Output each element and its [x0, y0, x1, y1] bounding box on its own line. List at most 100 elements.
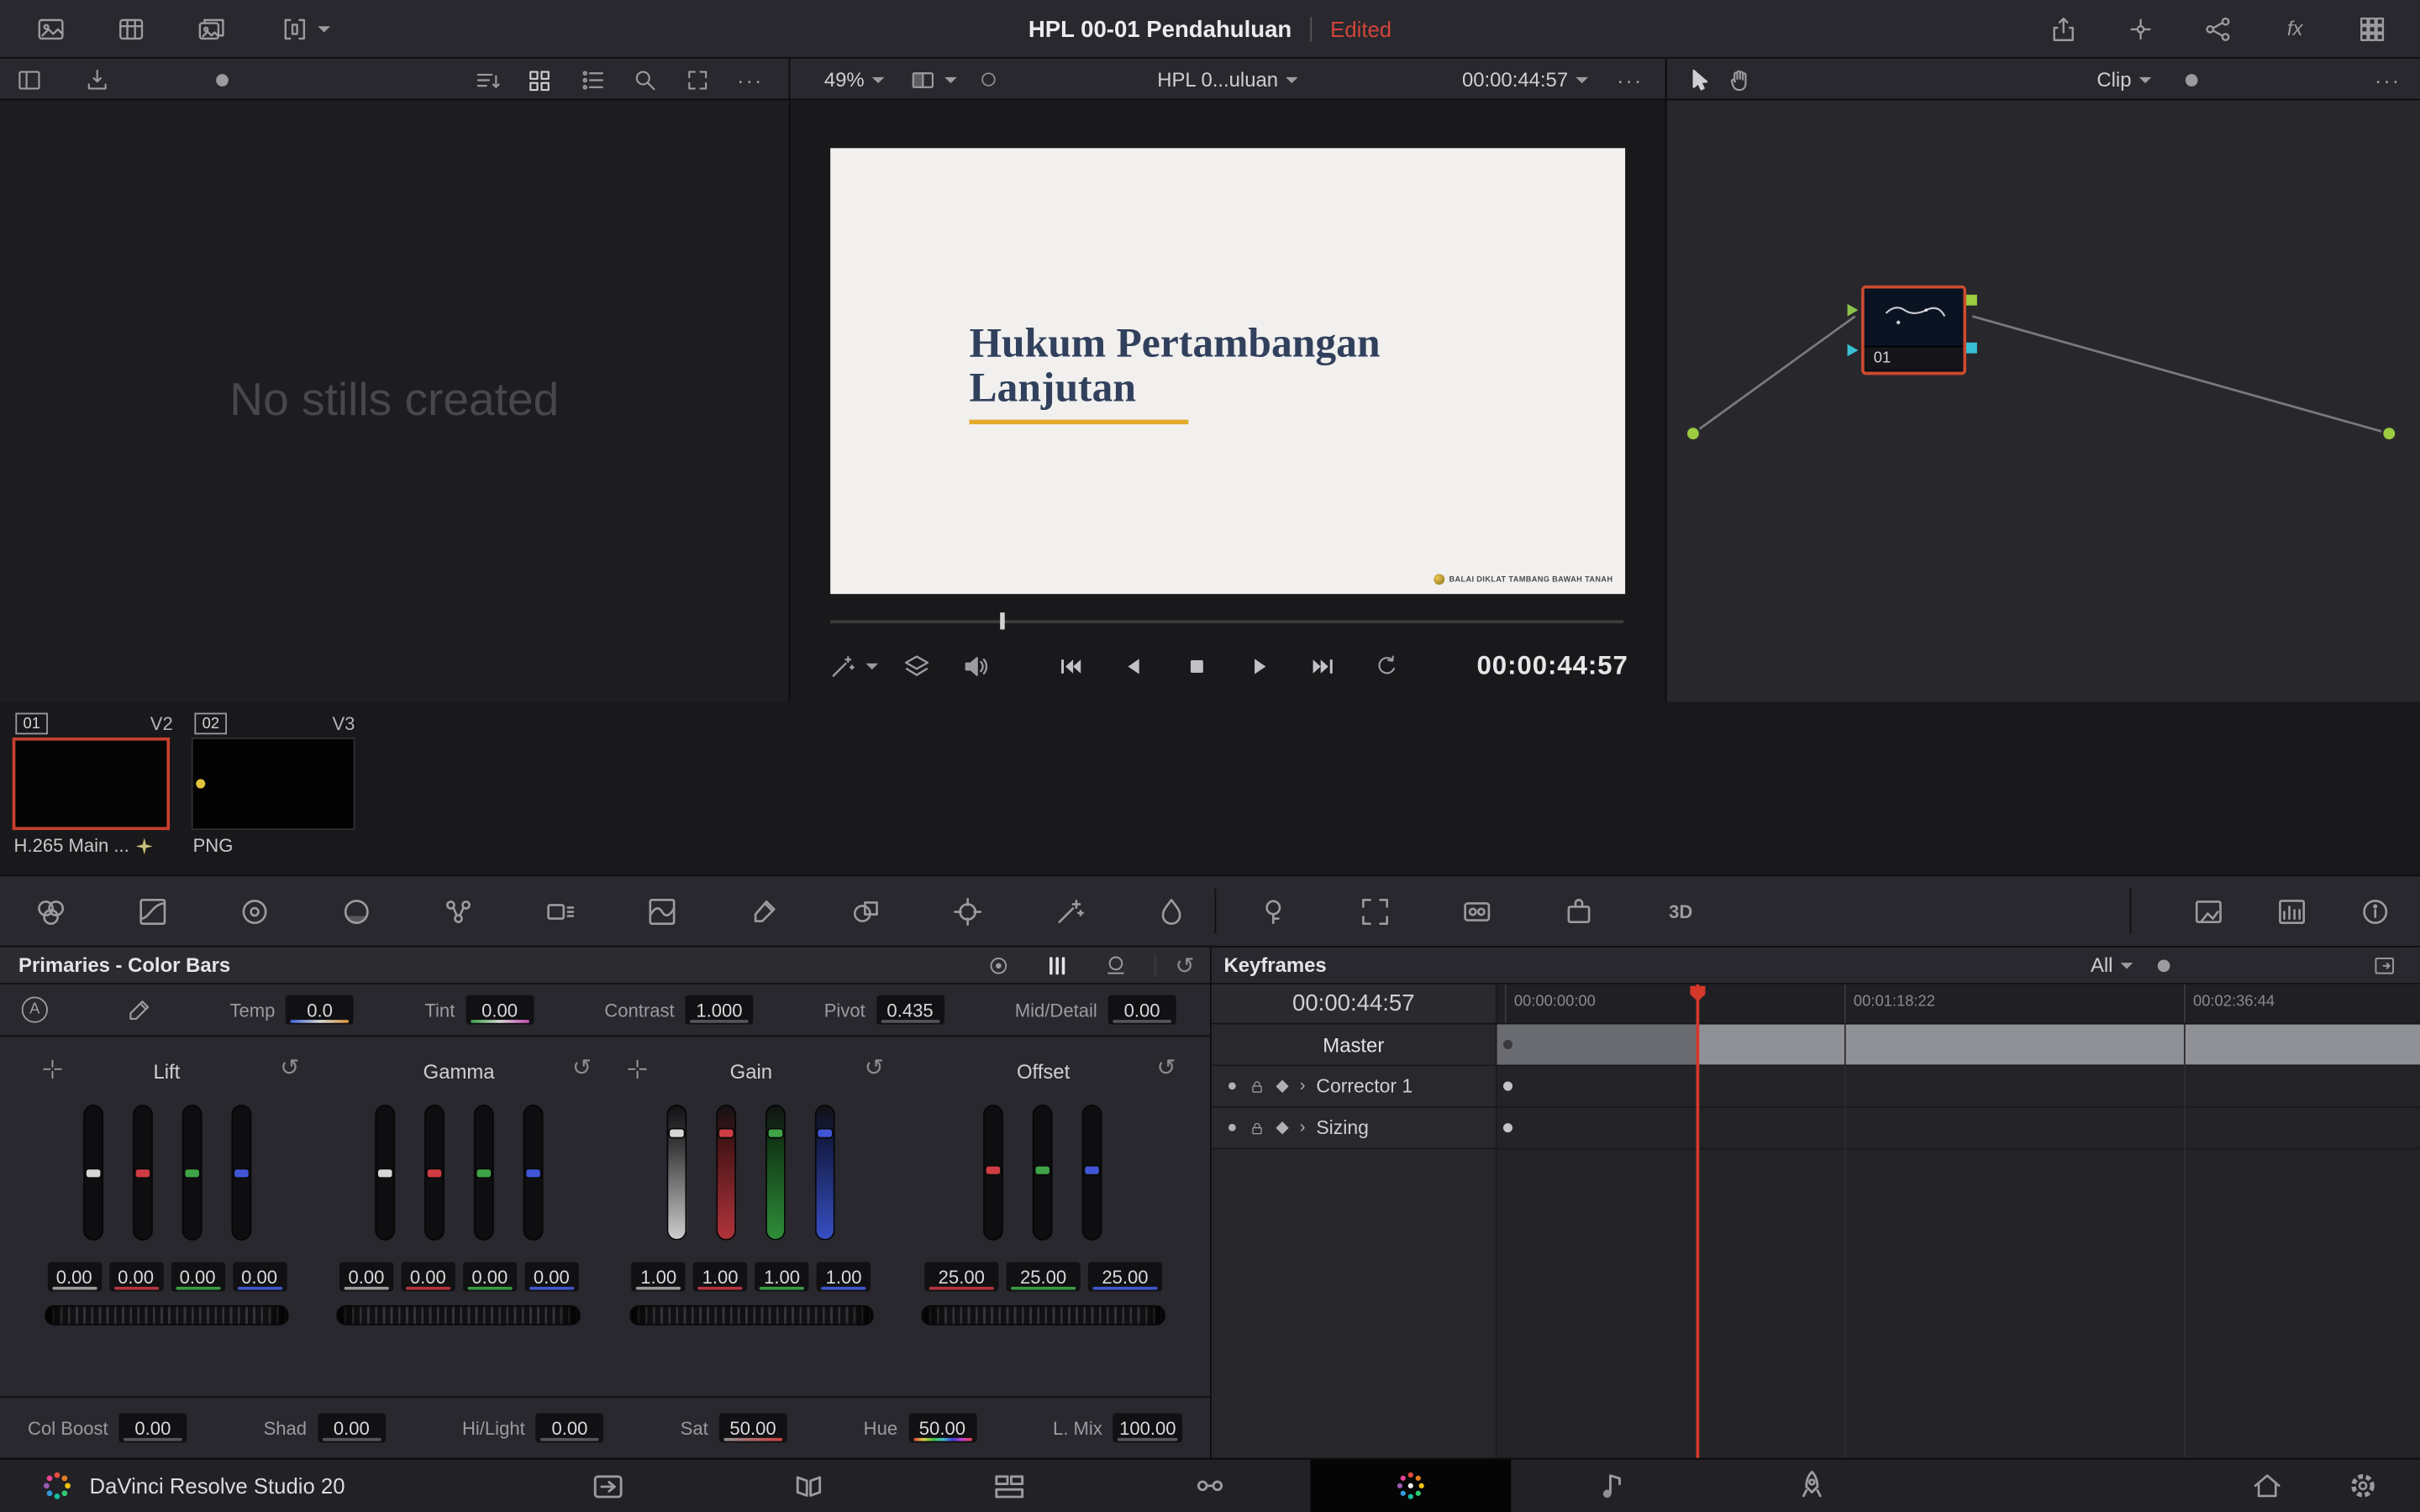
gamma-luma-slider[interactable]	[375, 1105, 395, 1241]
keyframes-ruler[interactable]: 00:00:00:00 00:01:18:22 00:02:36:44	[1497, 984, 2420, 1023]
loop-icon[interactable]	[1366, 648, 1407, 685]
viewer-more-options[interactable]: ···	[1610, 61, 1650, 98]
offset-blue-value[interactable]: 25.00	[1088, 1262, 1162, 1291]
rgb-input-triangle[interactable]	[1848, 304, 1870, 317]
node-graph-panel[interactable]: 01	[1667, 100, 2420, 701]
lift-blue-slider[interactable]	[231, 1105, 251, 1241]
media-page-tab[interactable]	[508, 1459, 708, 1512]
keyframe-track-corrector[interactable]: ● ◆ › Corrector 1	[1212, 1066, 2420, 1108]
gallery-views-icon[interactable]	[271, 10, 336, 47]
keyframes-filter-select[interactable]: All	[2091, 953, 2133, 977]
lightbox-icon[interactable]	[2188, 893, 2228, 930]
clip-thumbnail-selected[interactable]	[13, 738, 170, 830]
stop-icon[interactable]	[1176, 648, 1217, 685]
keyframes-zoom-slider[interactable]	[2158, 959, 2170, 972]
info-icon[interactable]	[2355, 893, 2396, 930]
reset-all-icon[interactable]: ↺	[1176, 951, 1195, 979]
track-enable-dot[interactable]: ●	[1227, 1120, 1237, 1137]
nodes-more-options[interactable]: ···	[2368, 61, 2408, 98]
project-settings-gear-icon[interactable]	[2343, 1467, 2383, 1504]
export-icon[interactable]	[2044, 10, 2084, 47]
play-icon[interactable]	[1239, 648, 1280, 685]
corrector-node[interactable]: 01	[1861, 286, 1966, 375]
keyframe-track-sizing[interactable]: ● ◆ › Sizing	[1212, 1108, 2420, 1150]
key-input-triangle[interactable]	[1848, 344, 1870, 357]
reset-gain-icon[interactable]: ↺	[865, 1053, 884, 1081]
lift-red-value[interactable]: 0.00	[108, 1262, 162, 1291]
media-pool-icon[interactable]	[192, 10, 232, 47]
crosshair-icon[interactable]	[624, 1057, 649, 1081]
keyframe-diamond-icon[interactable]: ◆	[1276, 1078, 1289, 1095]
stereo-icon[interactable]	[1457, 893, 1497, 930]
lift-green-value[interactable]: 0.00	[171, 1262, 224, 1291]
skip-end-icon[interactable]	[1302, 648, 1343, 685]
rgb-mixer-icon[interactable]	[439, 893, 479, 930]
fit-view-icon[interactable]	[677, 61, 718, 98]
list-view-icon[interactable]	[572, 61, 613, 98]
sizing-icon[interactable]	[1355, 893, 1396, 930]
color-page-tab[interactable]	[1310, 1459, 1511, 1512]
tracker-icon[interactable]	[948, 893, 988, 930]
sort-icon[interactable]	[468, 61, 508, 98]
gamma-luma-value[interactable]: 0.00	[339, 1262, 393, 1291]
workspace-layout-icon[interactable]	[2352, 10, 2392, 47]
qualifier-icon[interactable]	[744, 893, 784, 930]
hi-light-value[interactable]: 0.00	[536, 1413, 604, 1442]
node-graph-icon[interactable]	[2198, 10, 2238, 47]
col-boost-value[interactable]: 0.00	[118, 1413, 187, 1442]
gamma-blue-value[interactable]: 0.00	[524, 1262, 578, 1291]
deliver-page-tab[interactable]	[1712, 1459, 1912, 1512]
fairlight-page-tab[interactable]	[1511, 1459, 1712, 1512]
color-wheels-mode-icon[interactable]	[979, 947, 1019, 984]
cut-page-tab[interactable]	[708, 1459, 909, 1512]
gamma-green-slider[interactable]	[474, 1105, 494, 1241]
temp-value[interactable]: 0.0	[286, 995, 354, 1025]
lock-icon[interactable]	[1248, 1078, 1265, 1095]
clip-version[interactable]: V3	[332, 713, 355, 735]
gallery-zoom-slider[interactable]	[216, 73, 229, 86]
viewer-scrub-bar[interactable]	[830, 616, 1623, 628]
crosshair-icon[interactable]	[40, 1057, 65, 1081]
curves-tool-icon[interactable]	[642, 893, 682, 930]
key-icon[interactable]	[1253, 893, 1293, 930]
lift-green-slider[interactable]	[182, 1105, 202, 1241]
project-manager-icon[interactable]	[2247, 1467, 2287, 1504]
magic-mask-icon[interactable]	[1050, 893, 1090, 930]
gamma-red-slider[interactable]	[424, 1105, 445, 1241]
keyframe-track-master[interactable]: Master	[1212, 1025, 2420, 1067]
stills-gallery-icon[interactable]	[31, 10, 71, 47]
track-enable-dot[interactable]: ●	[1227, 1078, 1237, 1095]
search-icon[interactable]	[625, 61, 666, 98]
expand-panel-icon[interactable]	[2365, 948, 2405, 984]
bypass-grade-toggle[interactable]	[981, 72, 996, 87]
audio-mute-icon[interactable]	[955, 648, 996, 685]
skip-start-icon[interactable]	[1050, 648, 1090, 685]
lum-mix-value[interactable]: 100.00	[1113, 1413, 1182, 1442]
keyframe-dot[interactable]	[1503, 1082, 1512, 1091]
grid-view-icon[interactable]	[520, 61, 560, 98]
keyframe-dot[interactable]	[1503, 1123, 1512, 1132]
offset-red-value[interactable]: 25.00	[924, 1262, 998, 1291]
gamma-master-wheel[interactable]	[337, 1305, 581, 1326]
keyframe-dot[interactable]	[1503, 1040, 1512, 1049]
gallery-more-options[interactable]: ···	[730, 61, 771, 98]
play-reverse-icon[interactable]	[1113, 648, 1153, 685]
shad-value[interactable]: 0.00	[318, 1413, 386, 1442]
unmix-layers-icon[interactable]	[897, 648, 937, 685]
clip-version[interactable]: V2	[150, 713, 173, 735]
viewer-timecode-select[interactable]: 00:00:44:57	[1462, 68, 1588, 92]
split-view-select[interactable]	[909, 66, 957, 93]
lift-master-wheel[interactable]	[45, 1305, 288, 1326]
gain-blue-slider[interactable]	[815, 1105, 835, 1241]
gain-luma-value[interactable]: 1.00	[632, 1262, 686, 1291]
blur-icon[interactable]	[1151, 893, 1192, 930]
mid-detail-value[interactable]: 0.00	[1108, 995, 1176, 1025]
fusion-page-tab[interactable]	[1110, 1459, 1311, 1512]
gallery-panel-toggle-icon[interactable]	[9, 61, 50, 98]
key-output-square[interactable]	[1966, 343, 1977, 354]
gain-green-value[interactable]: 1.00	[755, 1262, 808, 1291]
gamma-green-value[interactable]: 0.00	[463, 1262, 517, 1291]
gain-red-value[interactable]: 1.00	[693, 1262, 747, 1291]
lift-luma-value[interactable]: 0.00	[47, 1262, 101, 1291]
edit-page-tab[interactable]	[909, 1459, 1110, 1512]
